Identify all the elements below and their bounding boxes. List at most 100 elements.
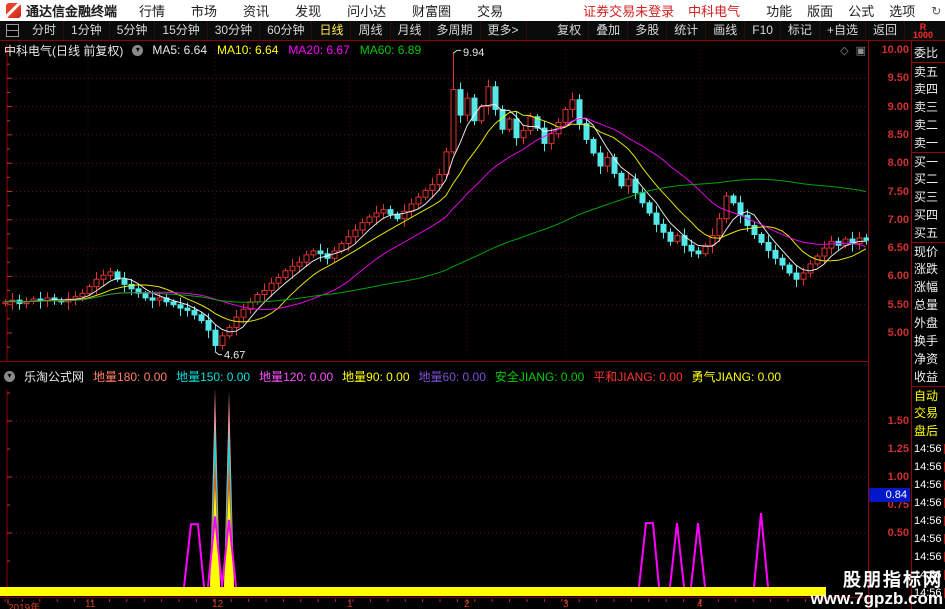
menu-item[interactable]: 版面 [807, 1, 833, 20]
quote-row[interactable]: 收益 [912, 368, 945, 386]
menubar: 通达信金融终端 行情 市场 资讯 发现 问小达 财富圈 交易 证券交易未登录 中科电气 功能… [0, 0, 945, 21]
ma-legend-item: MA20: 6.67 [288, 43, 350, 57]
period-tab[interactable]: 1分钟 [64, 21, 110, 40]
toolbar-button[interactable]: +自选 [820, 21, 866, 40]
diamond-icon[interactable]: ◇ [840, 44, 848, 57]
window-icon[interactable]: ▣ [856, 44, 866, 57]
period-tab[interactable]: 5分钟 [110, 21, 156, 40]
quote-row[interactable]: 卖四 [912, 80, 945, 98]
quote-row[interactable]: 涨跌 [912, 260, 945, 278]
indicator-value: 地量150: 0.00 [176, 369, 251, 384]
axis-label: 1.00 [887, 471, 909, 483]
indicator-value: 地量90: 0.00 [342, 369, 410, 384]
quote-row[interactable]: 卖三 [912, 98, 945, 116]
quote-row[interactable]: 买一 [912, 152, 945, 170]
quote-row[interactable]: 盘后 [912, 422, 945, 440]
quote-row[interactable]: 委比 [912, 44, 945, 62]
toolbar-button[interactable]: 统计 [667, 21, 707, 40]
chart-corner-icons: ◇ ▣ [840, 44, 866, 57]
quote-row[interactable]: 卖二 [912, 116, 945, 134]
indicator-value: 地量120: 0.00 [259, 369, 334, 384]
toolbar-button[interactable]: 标记 [781, 21, 820, 40]
rank-1000: 1000 [912, 29, 933, 40]
period-tab[interactable]: 月线 [391, 21, 430, 40]
tick-time-row: 14:56 [912, 494, 945, 512]
axis-label: 7.00 [887, 213, 909, 226]
menu-item[interactable]: 财富圈 [412, 1, 451, 20]
axis-label: 5.50 [887, 298, 909, 311]
menu-item[interactable]: 市场 [191, 1, 217, 20]
period-tab[interactable]: 更多> [481, 21, 527, 40]
indicator-chart[interactable] [0, 390, 869, 597]
indicator-value: 安全JIANG: 0.00 [494, 369, 585, 384]
axis-label: 5.00 [887, 327, 909, 339]
toolbar-button[interactable]: 复权 [550, 21, 590, 40]
menu-item[interactable]: 发现 [295, 1, 321, 20]
quote-rows: 委比 卖五 卖四 卖三 卖二 卖一 买一 买二 买三 买四 买五 现价 涨跌 涨幅 总量 外盘 换手 净资 收益 自动… [912, 44, 945, 440]
menu-item[interactable]: 功能 [766, 1, 792, 20]
menubar-icons: ↻▯✉ [931, 4, 945, 18]
chart-area: 中科电气(日线 前复权) ▾ MA5: 6.64 MA10: 6.64 MA20: … [0, 41, 869, 609]
menu-item[interactable]: 资讯 [243, 1, 269, 20]
menu-item[interactable]: 行情 [139, 1, 165, 20]
watermark-site-name: 股朋指标网 [843, 570, 943, 591]
period-tab[interactable]: 15分钟 [155, 21, 208, 40]
quote-row[interactable]: 买五 [912, 224, 945, 242]
toolbar-actions: 复权 叠加 多股 统计 画线 F10 标记 +自选 返回 [550, 21, 905, 40]
quote-panel: 委比 卖五 卖四 卖三 卖二 卖一 买一 买二 买三 买四 买五 现价 涨跌 涨幅 总量 外盘 换手 净资 收益 自动… [911, 41, 945, 609]
menu-item[interactable]: 交易 [477, 1, 503, 20]
period-tab[interactable]: 多周期 [430, 21, 481, 40]
quote-row[interactable]: 外盘 [912, 314, 945, 332]
date-ticks [4, 599, 859, 604]
quote-row[interactable]: 涨幅 [912, 278, 945, 296]
menu-item[interactable]: 公式 [848, 1, 874, 20]
quote-row[interactable]: 买四 [912, 206, 945, 224]
toolbar-button[interactable]: 叠加 [589, 21, 629, 40]
tick-time-row: 14:56 [912, 512, 945, 530]
period-tab[interactable]: 30分钟 [208, 21, 261, 40]
quote-row[interactable]: 卖一 [912, 134, 945, 152]
axis-label: 1.25 [887, 443, 909, 455]
secondary-menu: 功能 版面 公式 选项 [766, 1, 915, 20]
period-tab[interactable]: 周线 [351, 21, 391, 40]
quote-row[interactable]: 买二 [912, 170, 945, 188]
date-label: 3 [563, 599, 569, 609]
right-panel: 10.00 9.50 9.00 8.50 8.00 7.50 7.00 6.50 6.00 5.5… [869, 41, 945, 609]
period-tab[interactable]: 60分钟 [260, 21, 313, 40]
quote-row[interactable]: 买三 [912, 188, 945, 206]
toolbar-button[interactable]: F10 [745, 21, 781, 40]
axis-label: 6.00 [887, 270, 909, 283]
quote-row[interactable]: 现价 [912, 242, 945, 260]
date-axis: 2019年 11 12 1 2 3 4 [0, 597, 869, 609]
current-stock-label[interactable]: 中科电气 [688, 1, 740, 20]
quote-row[interactable]: 交易 [912, 404, 945, 422]
quote-row[interactable]: 换手 [912, 332, 945, 350]
period-tab[interactable]: 日线 [312, 21, 352, 40]
toolbar-button[interactable]: 返回 [866, 21, 905, 40]
tick-time-row: 14:56 [912, 548, 945, 566]
rank-button[interactable]: R 1000 [905, 22, 945, 40]
quote-row[interactable]: 净资 [912, 350, 945, 368]
menu-item[interactable]: 问小达 [347, 1, 386, 20]
candlestick-chart[interactable]: 9.944.67 [0, 44, 869, 361]
toolbar-button[interactable]: 画线 [706, 21, 746, 40]
period-tab[interactable]: 分时 [25, 21, 65, 40]
refresh-icon[interactable]: ↻ [931, 4, 941, 18]
period-toolbar: 分时 1分钟 5分钟 15分钟 30分钟 60分钟 日线 周线 月线 多周期 更多> 复权 叠加 多股统… [0, 21, 945, 41]
chart-title: 中科电气(日线 前复权) [4, 43, 124, 58]
menu-item[interactable]: 选项 [889, 1, 915, 20]
toolbar-button[interactable]: 多股 [628, 21, 668, 40]
layout-grid-icon[interactable] [6, 24, 19, 37]
quote-row[interactable]: 卖五 [912, 62, 945, 80]
current-value-badge: 0.84 [869, 488, 910, 502]
indicator-header: ▾ 乐淘公式网 地量180: 0.00 地量150: 0.00 地量120: 0.0… [0, 363, 868, 389]
trade-login-status[interactable]: 证券交易未登录 [583, 1, 674, 20]
period-tabs: 分时 1分钟 5分钟 15分钟 30分钟 60分钟 日线 周线 月线 多周期 更多> [25, 21, 527, 40]
watermark: 股朋指标网 www.7gpzb.com [810, 571, 943, 608]
quote-row[interactable]: 自动 [912, 386, 945, 404]
app-logo-icon[interactable] [6, 3, 21, 18]
collapse-icon[interactable]: ▾ [4, 370, 15, 382]
chart-header: 中科电气(日线 前复权) ▾ MA5: 6.64 MA10: 6.64 MA20: … [0, 42, 866, 58]
collapse-icon[interactable]: ▾ [132, 44, 144, 56]
quote-row[interactable]: 总量 [912, 296, 945, 314]
